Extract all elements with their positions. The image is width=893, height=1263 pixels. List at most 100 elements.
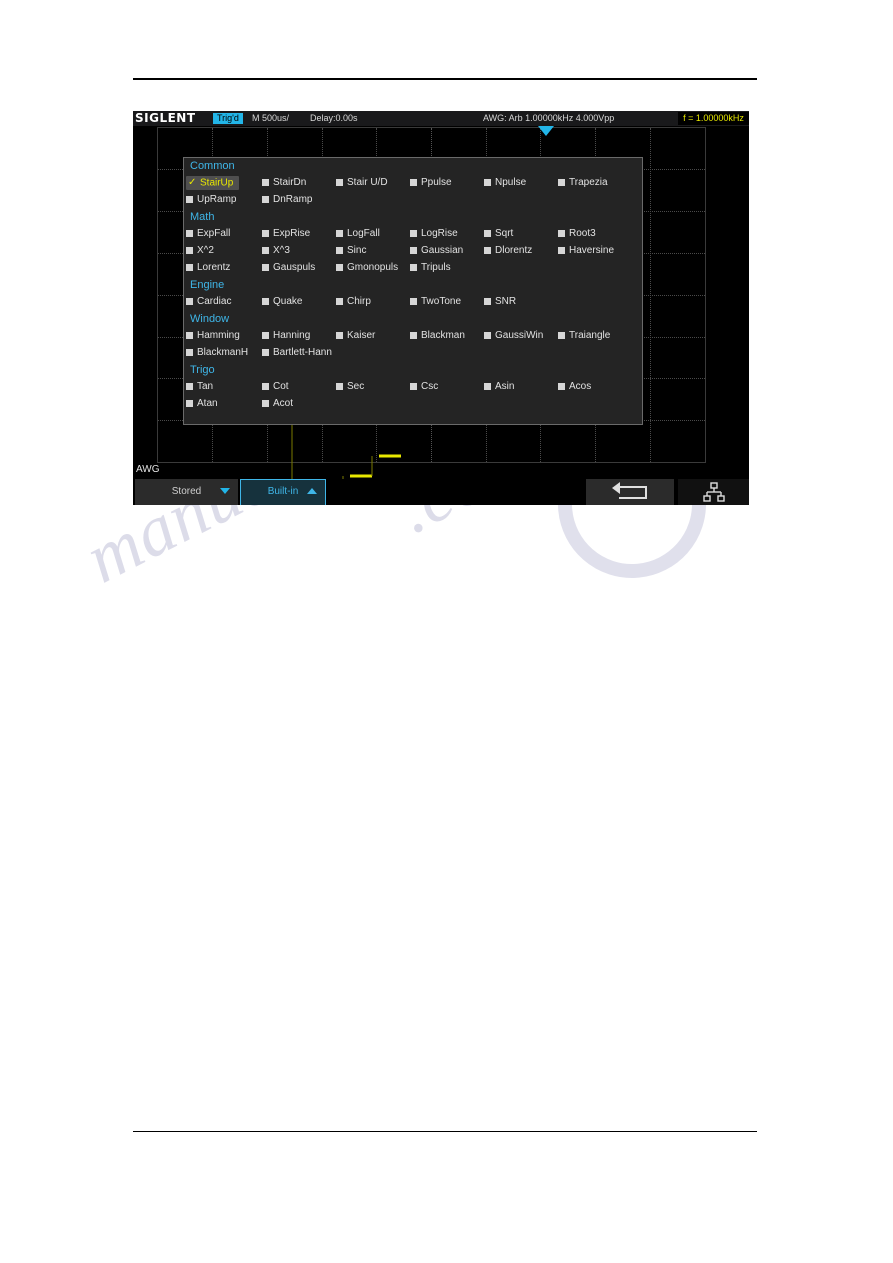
menu-item-cot[interactable]: Cot [262,380,289,394]
menu-item-csc[interactable]: Csc [410,380,438,394]
menu-item-bartlett-hann[interactable]: Bartlett-Hann [262,346,332,360]
menu-item-gauspuls[interactable]: Gauspuls [262,261,315,275]
menu-item-logfall[interactable]: LogFall [336,227,380,241]
awg-summary-readout[interactable]: AWG: Arb 1.00000kHz 4.000Vpp [483,113,614,124]
menu-item-traiangle[interactable]: Traiangle [558,329,610,343]
menu-item-cardiac[interactable]: Cardiac [186,295,231,309]
menu-item-blackman[interactable]: Blackman [410,329,465,343]
menu-item-kaiser[interactable]: Kaiser [336,329,375,343]
menu-item-label: Stair U/D [347,177,388,188]
menu-item-sinc[interactable]: Sinc [336,244,366,258]
menu-item-label: Hamming [197,330,240,341]
menu-item-gaussian[interactable]: Gaussian [410,244,463,258]
menu-item-x-2[interactable]: X^2 [186,244,214,258]
menu-item-dnramp[interactable]: DnRamp [262,193,312,207]
menu-item-stairup[interactable]: ✓ StairUp [186,176,240,190]
checkbox-icon [484,297,491,305]
checkbox-icon [262,348,269,356]
menu-item-stair-u-d[interactable]: Stair U/D [336,176,388,190]
menu-item-label: Tan [197,381,214,392]
awg-group-label: AWG [136,464,160,475]
menu-item-npulse[interactable]: Npulse [484,176,526,190]
menu-item-asin[interactable]: Asin [484,380,514,394]
menu-item-label: Atan [197,398,218,409]
checkbox-icon [186,263,193,271]
menu-item-label: Ppulse [421,177,452,188]
timebase-readout[interactable]: M 500us/ [252,113,289,124]
menu-item-tripuls[interactable]: Tripuls [410,261,451,275]
menu-item-label: Asin [495,381,515,392]
menu-item-tan[interactable]: Tan [186,380,213,394]
menu-item-gaussiwin[interactable]: GaussiWin [484,329,543,343]
menu-item-label: Acot [273,398,294,409]
frequency-readout: f = 1.00000kHz [678,112,749,125]
checkbox-icon [484,382,491,390]
menu-item-sqrt[interactable]: Sqrt [484,227,513,241]
checkbox-icon [262,263,269,271]
menu-item-stairdn[interactable]: StairDn [262,176,306,190]
menu-item-atan[interactable]: Atan [186,397,218,411]
checkbox-icon [336,382,343,390]
stored-button[interactable]: Stored [135,479,238,505]
checkbox-icon [484,178,491,186]
sitemap-button[interactable] [678,479,749,505]
trigger-position-marker[interactable] [538,126,554,136]
menu-item-acot[interactable]: Acot [262,397,293,411]
menu-item-ppulse[interactable]: Ppulse [410,176,452,190]
checkbox-icon [336,297,343,305]
menu-item-lorentz[interactable]: Lorentz [186,261,230,275]
builtin-button[interactable]: Built-in [240,479,326,505]
back-button[interactable] [586,479,674,505]
menu-item-label: LogFall [347,228,380,239]
checkbox-icon [186,382,193,390]
checkbox-icon [336,331,343,339]
menu-item-logrise[interactable]: LogRise [410,227,458,241]
checkbox-icon [410,263,417,271]
menu-item-hamming[interactable]: Hamming [186,329,240,343]
menu-item-hanning[interactable]: Hanning [262,329,310,343]
menu-item-quake[interactable]: Quake [262,295,302,309]
menu-item-label: TwoTone [421,296,462,307]
menu-item-label: DnRamp [273,194,313,205]
menu-item-twotone[interactable]: TwoTone [410,295,461,309]
menu-item-dlorentz[interactable]: Dlorentz [484,244,532,258]
menu-item-acos[interactable]: Acos [558,380,591,394]
menu-item-label: Root3 [569,228,596,239]
menu-item-sec[interactable]: Sec [336,380,364,394]
menu-item-label: Acos [569,381,592,392]
menu-item-haversine[interactable]: Haversine [558,244,614,258]
checkbox-icon [336,263,343,271]
chevron-up-icon [307,488,317,494]
chevron-down-icon [220,488,230,494]
checkbox-icon [186,348,193,356]
bottom-toolbar: Stored Built-in [133,479,749,505]
menu-item-label: Blackman [421,330,465,341]
menu-item-upramp[interactable]: UpRamp [186,193,236,207]
menu-item-root3[interactable]: Root3 [558,227,596,241]
menu-item-label: Npulse [495,177,527,188]
menu-item-label: Haversine [569,245,615,256]
menu-item-exprise[interactable]: ExpRise [262,227,310,241]
menu-item-x-3[interactable]: X^3 [262,244,290,258]
menu-item-label: Quake [273,296,303,307]
menu-item-gmonopuls[interactable]: Gmonopuls [336,261,398,275]
checkbox-icon [410,229,417,237]
menu-item-label: BlackmanH [197,347,249,358]
menu-item-label: Traiangle [569,330,611,341]
menu-item-blackmanh[interactable]: BlackmanH [186,346,248,360]
menu-item-snr[interactable]: SNR [484,295,516,309]
menu-item-trapezia[interactable]: Trapezia [558,176,608,190]
checkbox-icon [484,246,491,254]
menu-item-label: GaussiWin [495,330,544,341]
delay-readout[interactable]: Delay:0.00s [310,113,358,124]
checkbox-icon [186,297,193,305]
menu-item-label: StairUp [200,177,234,189]
menu-item-expfall[interactable]: ExpFall [186,227,230,241]
menu-item-chirp[interactable]: Chirp [336,295,371,309]
builtin-waveform-menu[interactable]: Common ✓ StairUp StairDn Stair U/D Ppulse Npul… [183,157,643,425]
checkbox-icon [262,195,269,203]
menu-section-title-trigo: Trigo [190,364,215,376]
trigger-status-badge[interactable]: Trig'd [213,113,243,124]
checkbox-icon [336,178,343,186]
checkbox-icon [186,331,193,339]
